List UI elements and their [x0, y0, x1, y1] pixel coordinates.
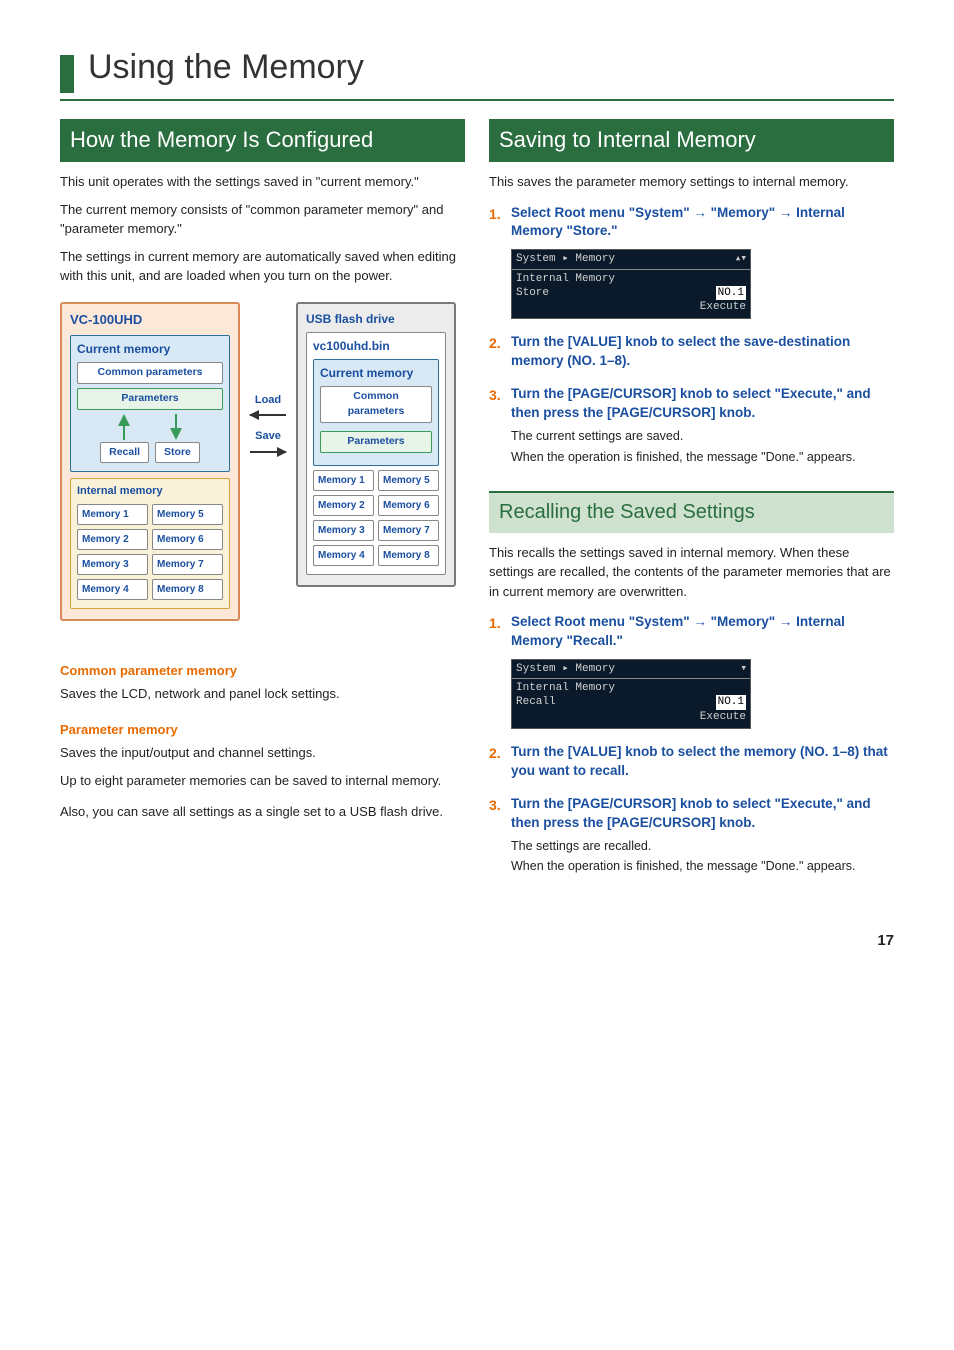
- memory-slot: Memory 2: [77, 529, 148, 550]
- intro-p1: This unit operates with the settings sav…: [60, 172, 465, 192]
- usb-box: USB flash drive vc100uhd.bin Current mem…: [296, 302, 456, 587]
- save-step-1: Select Root menu "System" → "Memory" → I…: [511, 204, 894, 242]
- memory-slot: Memory 3: [77, 554, 148, 575]
- recall-step-1: Select Root menu "System" → "Memory" → I…: [511, 613, 894, 651]
- memory-slot: Memory 1: [77, 504, 148, 525]
- load-label: Load: [255, 392, 281, 409]
- vc-box: VC-100UHD Current memory Common paramete…: [60, 302, 240, 621]
- scroll-indicator-icon: ▴▾: [735, 252, 746, 266]
- usb-current-memory: Current memory Common parameters Paramet…: [313, 359, 439, 466]
- memory-slot: Memory 4: [77, 579, 148, 600]
- current-memory-box: Current memory Common parameters Paramet…: [70, 335, 230, 472]
- memory-slot: Memory 5: [378, 470, 439, 491]
- usb-title: USB flash drive: [306, 310, 446, 328]
- page-title: Using the Memory: [88, 42, 364, 93]
- lcd-screenshot-store: System ▸ Memory▴▾ Internal Memory StoreN…: [511, 249, 751, 319]
- intro-p3: The settings in current memory are autom…: [60, 247, 465, 286]
- memory-slot: Memory 7: [152, 554, 223, 575]
- page-title-block: Using the Memory: [60, 36, 894, 101]
- file-name: vc100uhd.bin: [313, 337, 439, 355]
- lcd-screenshot-recall: System ▸ Memory▾ Internal Memory RecallN…: [511, 659, 751, 729]
- section-heading-config: How the Memory Is Configured: [60, 119, 465, 162]
- recall-store-arrows: [77, 414, 223, 440]
- save-step-2: Turn the [VALUE] knob to select the save…: [511, 333, 894, 371]
- memory-slot: Memory 2: [313, 495, 374, 516]
- pm-body-1: Saves the input/output and channel setti…: [60, 743, 465, 763]
- recall-step-3: Turn the [PAGE/CURSOR] knob to select "E…: [511, 795, 894, 833]
- memory-slot: Memory 5: [152, 504, 223, 525]
- lcd-value-highlight: NO.1: [716, 695, 746, 709]
- pm-body-2: Up to eight parameter memories can be sa…: [60, 771, 465, 791]
- left-column: How the Memory Is Configured This unit o…: [60, 119, 465, 890]
- pm-body-3: Also, you can save all settings as a sin…: [60, 802, 465, 822]
- memory-slot: Memory 8: [378, 545, 439, 566]
- lcd-value-highlight: NO.1: [716, 286, 746, 300]
- memory-slot: Memory 6: [378, 495, 439, 516]
- current-memory-title: Current memory: [77, 340, 223, 358]
- save-step-3: Turn the [PAGE/CURSOR] knob to select "E…: [511, 385, 894, 423]
- recall-intro: This recalls the settings saved in inter…: [489, 543, 894, 602]
- save-step-3a: The current settings are saved.: [511, 427, 894, 446]
- load-save-arrows: Load Save: [250, 302, 286, 461]
- section-heading-save: Saving to Internal Memory: [489, 119, 894, 162]
- arrow-right-icon: [250, 451, 286, 453]
- section-heading-recall: Recalling the Saved Settings: [489, 491, 894, 533]
- vc-title: VC-100UHD: [70, 310, 230, 330]
- recall-step-2: Turn the [VALUE] knob to select the memo…: [511, 743, 894, 781]
- recall-step-3a: The settings are recalled.: [511, 837, 894, 856]
- memory-slot: Memory 6: [152, 529, 223, 550]
- save-step-3b: When the operation is finished, the mess…: [511, 448, 894, 467]
- parameters-chip: Parameters: [77, 388, 223, 410]
- memory-slot: Memory 7: [378, 520, 439, 541]
- arrow-left-icon: [250, 414, 286, 416]
- save-label: Save: [255, 428, 281, 445]
- memory-diagram: VC-100UHD Current memory Common paramete…: [60, 302, 465, 621]
- memory-slot: Memory 4: [313, 545, 374, 566]
- recall-step-3b: When the operation is finished, the mess…: [511, 857, 894, 876]
- save-steps: Select Root menu "System" → "Memory" → I…: [489, 204, 894, 467]
- scroll-indicator-icon: ▾: [740, 662, 746, 676]
- file-box: vc100uhd.bin Current memory Common param…: [306, 332, 446, 575]
- cpm-body: Saves the LCD, network and panel lock se…: [60, 684, 465, 704]
- recall-chip: Recall: [100, 442, 149, 464]
- recall-steps: Select Root menu "System" → "Memory" → I…: [489, 613, 894, 876]
- page-number: 17: [60, 930, 894, 953]
- cpm-heading: Common parameter memory: [60, 661, 465, 681]
- store-chip: Store: [155, 442, 200, 464]
- save-intro: This saves the parameter memory settings…: [489, 172, 894, 192]
- memory-slot: Memory 1: [313, 470, 374, 491]
- title-accent-bar: [60, 55, 74, 93]
- internal-memory-title: Internal memory: [77, 483, 223, 500]
- right-column: Saving to Internal Memory This saves the…: [489, 119, 894, 890]
- internal-memory-box: Internal memory Memory 1 Memory 5 Memory…: [70, 478, 230, 609]
- common-parameters-chip: Common parameters: [77, 362, 223, 384]
- intro-p2: The current memory consists of "common p…: [60, 200, 465, 239]
- memory-slot: Memory 8: [152, 579, 223, 600]
- memory-slot: Memory 3: [313, 520, 374, 541]
- pm-heading: Parameter memory: [60, 720, 465, 740]
